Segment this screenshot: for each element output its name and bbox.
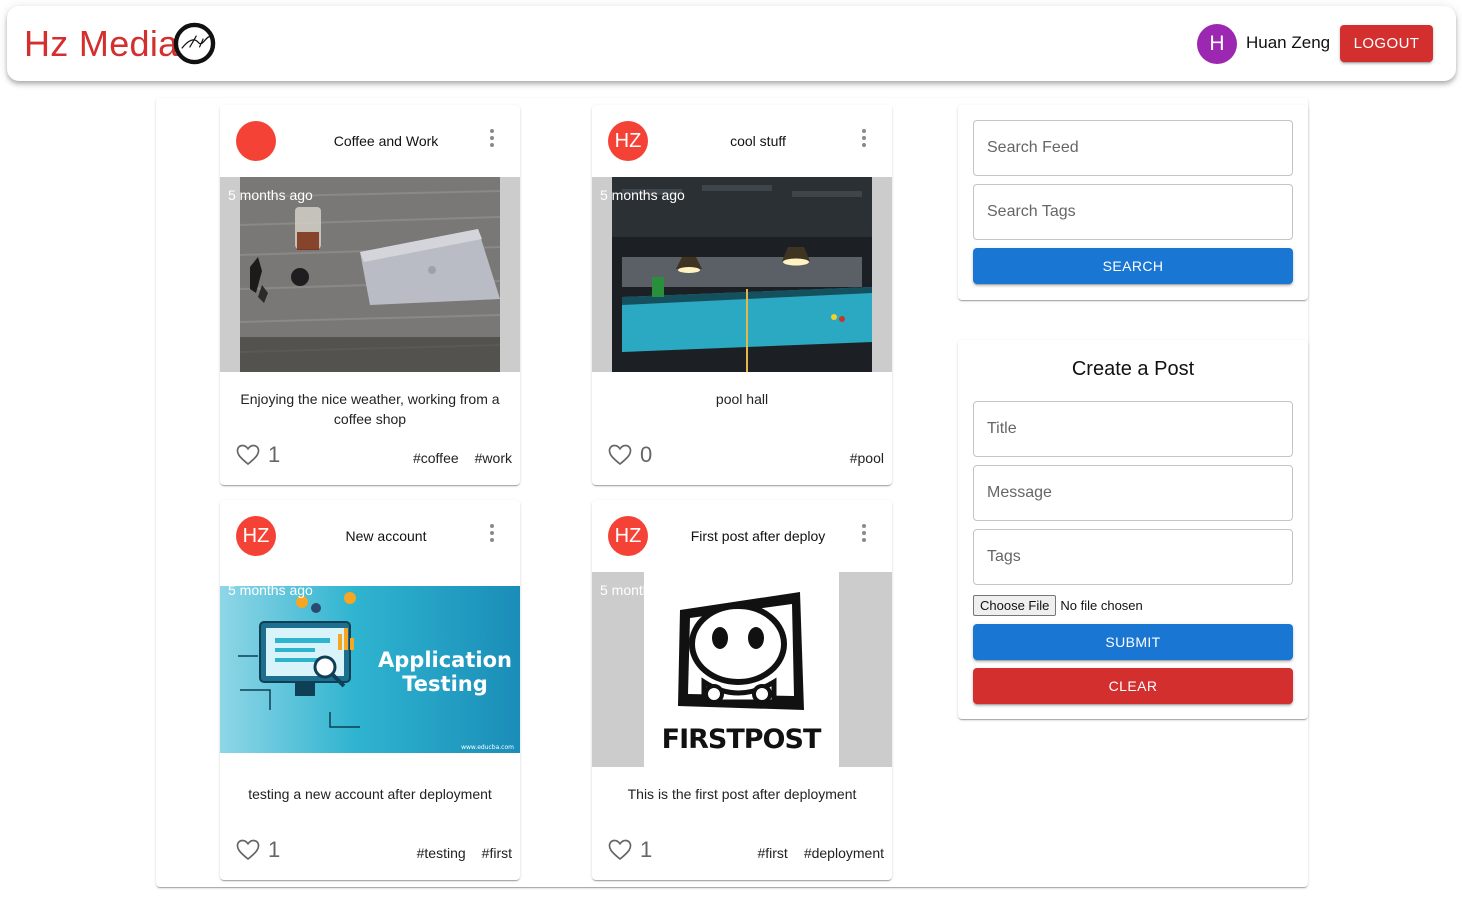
post-tags: #testing #first <box>417 845 512 861</box>
create-post-heading: Create a Post <box>1071 358 1195 380</box>
post-image <box>592 177 892 372</box>
post-title: New account <box>345 528 427 544</box>
post-image <box>220 177 520 372</box>
post-timestamp: 5 months ago <box>600 187 685 203</box>
search-tags-input[interactable] <box>973 184 1293 240</box>
post-card: Coffee and Work 5 months ago Enjoying th… <box>220 105 520 485</box>
like-count: 0 <box>640 442 653 467</box>
logo-text: FIRSTPOST <box>662 724 822 755</box>
post-tags: #pool <box>850 450 884 466</box>
brand-logo-icon[interactable] <box>173 22 216 65</box>
more-vert-icon[interactable] <box>486 129 498 147</box>
post-tag[interactable]: #pool <box>850 450 884 466</box>
message-input[interactable] <box>973 465 1293 521</box>
main-container: Coffee and Work 5 months ago Enjoying th… <box>156 98 1308 887</box>
create-post-panel: Create a Post Choose File No file chosen… <box>958 340 1308 719</box>
heart-outline-icon[interactable] <box>236 444 260 466</box>
banner-line: Application <box>378 648 512 672</box>
like-button[interactable]: 1 <box>236 442 280 468</box>
post-message: pool hall <box>715 391 769 407</box>
post-card: HZ cool stuff 5 months ago pool hall 0 #… <box>592 105 892 485</box>
banner-line: Testing <box>402 672 488 696</box>
post-title: Coffee and Work <box>333 133 439 149</box>
post-tag[interactable]: #first <box>757 845 787 861</box>
post-message: testing a new account after deployment <box>248 786 492 802</box>
post-card: HZ First post after deploy FIRSTPOST 5 m… <box>592 500 892 880</box>
post-timestamp: 5 months ago <box>228 187 313 203</box>
file-status: No file chosen <box>1060 598 1143 613</box>
heart-outline-icon[interactable] <box>236 839 260 861</box>
post-tag[interactable]: #work <box>475 450 512 466</box>
post-title: First post after deploy <box>690 528 826 544</box>
tags-input[interactable] <box>973 529 1293 585</box>
post-avatar: HZ <box>608 516 648 556</box>
choose-file-button[interactable]: Choose File <box>973 595 1057 616</box>
post-timestamp: 5 months ago <box>228 582 313 598</box>
title-input[interactable] <box>973 401 1293 457</box>
more-vert-icon[interactable] <box>858 129 870 147</box>
like-button[interactable]: 0 <box>608 442 652 468</box>
post-avatar <box>236 121 276 161</box>
user-name: Huan Zeng <box>1246 33 1331 52</box>
post-timestamp: 5 months ago <box>600 582 644 598</box>
post-card: HZ New account Application Testing www.e… <box>220 500 520 880</box>
heart-outline-icon[interactable] <box>608 839 632 861</box>
clear-button[interactable]: CLEAR <box>973 668 1293 704</box>
like-button[interactable]: 1 <box>236 837 280 863</box>
like-count: 1 <box>268 442 281 467</box>
post-tags: #coffee #work <box>413 450 512 466</box>
post-title: cool stuff <box>730 133 786 149</box>
search-button[interactable]: SEARCH <box>973 248 1293 284</box>
more-vert-icon[interactable] <box>486 524 498 542</box>
post-tag[interactable]: #first <box>482 845 512 861</box>
post-avatar: HZ <box>236 516 276 556</box>
search-panel: SEARCH <box>958 105 1308 300</box>
user-avatar[interactable]: H <box>1197 24 1237 64</box>
post-tag[interactable]: #deployment <box>804 845 884 861</box>
like-button[interactable]: 1 <box>608 837 652 863</box>
post-message: This is the first post after deployment <box>627 786 857 802</box>
post-tag[interactable]: #testing <box>417 845 466 861</box>
like-count: 1 <box>268 837 281 862</box>
like-count: 1 <box>640 837 653 862</box>
app-header: Hz Media H Huan Zeng LOGOUT <box>7 6 1456 81</box>
post-tag[interactable]: #coffee <box>413 450 459 466</box>
post-tags: #first #deployment <box>757 845 884 861</box>
search-feed-input[interactable] <box>973 120 1293 176</box>
heart-outline-icon[interactable] <box>608 444 632 466</box>
more-vert-icon[interactable] <box>858 524 870 542</box>
post-avatar: HZ <box>608 121 648 161</box>
file-upload: Choose File No file chosen <box>973 595 1143 616</box>
post-image: Application Testing www.educba.com <box>220 572 520 767</box>
banner-credit: www.educba.com <box>461 744 514 751</box>
logout-button[interactable]: LOGOUT <box>1340 25 1433 62</box>
post-message: Enjoying the nice weather, working from … <box>240 391 500 427</box>
submit-button[interactable]: SUBMIT <box>973 624 1293 660</box>
post-image: FIRSTPOST <box>592 572 892 767</box>
brand-title[interactable]: Hz Media <box>24 24 178 64</box>
